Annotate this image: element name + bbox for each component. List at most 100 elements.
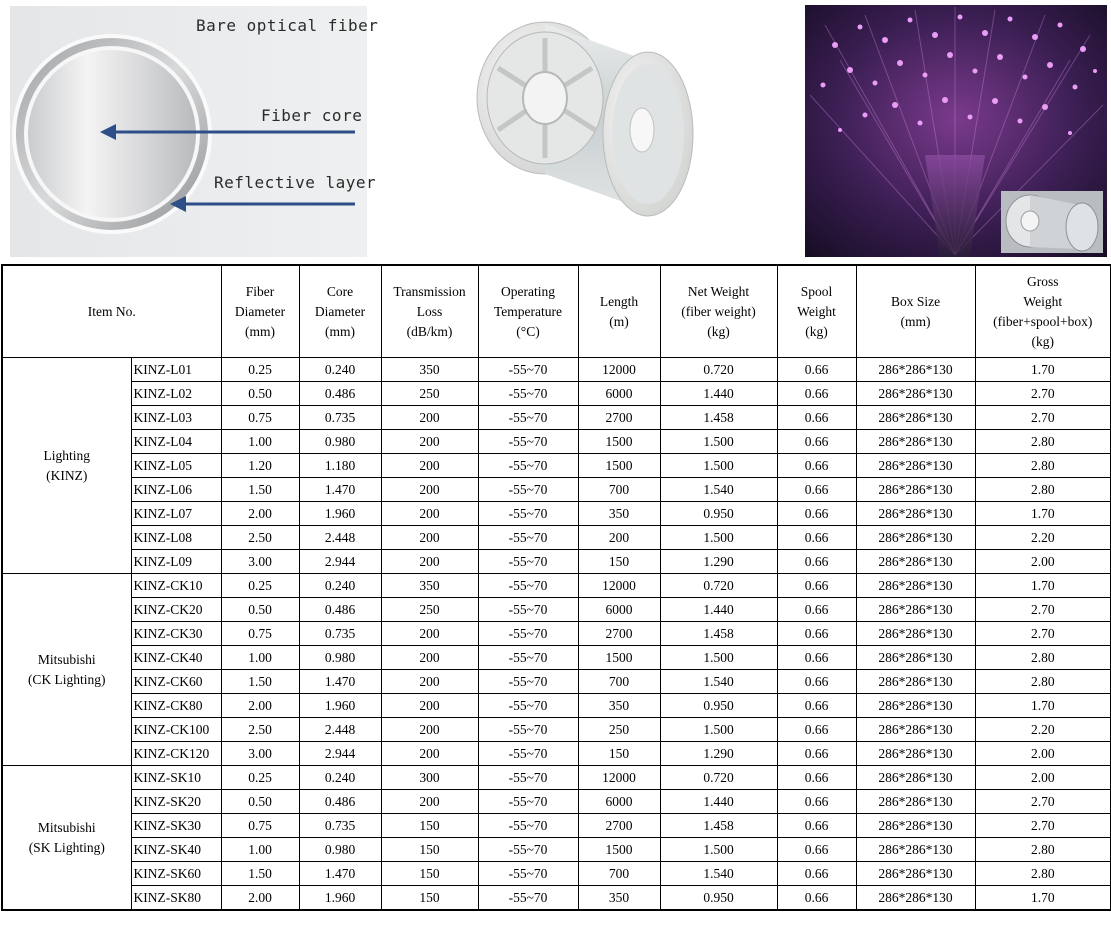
cell-fiber_d: 2.00 (220, 693, 300, 718)
cell-temp: -55~70 (477, 813, 579, 838)
table-row: Mitsubishi (CK Lighting) KINZ-CK10 0.25 0.24… (1, 573, 1111, 766)
cell-core_d: 1.470 (298, 477, 382, 502)
cell-length: 12000 (577, 765, 661, 790)
cell-length: 1500 (577, 429, 661, 454)
bare-fiber-label: Bare optical fiber (196, 16, 379, 35)
group-label-line: Lighting (43, 447, 91, 463)
table-row: Lighting (KINZ) KINZ-L01 0.25 0.240 350 -55~70… (1, 357, 1111, 574)
cell-fiber_d: 1.00 (220, 837, 300, 862)
cell-loss: 200 (380, 621, 479, 646)
header-fiber_d-line: Diameter (234, 303, 286, 319)
cell-spool: 0.66 (776, 453, 857, 478)
cell-length: 150 (577, 741, 661, 766)
cell-gross: 2.70 (974, 381, 1111, 406)
table-row: KINZ-SK60 1.50 1.470 150 -55~70 700 1.540 0.66 2… (2, 861, 1111, 886)
cell-length: 6000 (577, 789, 661, 814)
table-row: KINZ-CK120 3.00 2.944 200 -55~70 150 1.290 0.66… (2, 741, 1111, 766)
cell-spool: 0.66 (776, 501, 857, 526)
header-fiber_d-line: Fiber (245, 283, 275, 299)
cell-loss: 200 (380, 741, 479, 766)
cell-net: 0.720 (659, 573, 778, 598)
table-row: KINZ-CK60 1.50 1.470 200 -55~70 700 1.540 0.66 2… (2, 669, 1111, 694)
header-item-line: Item No. (87, 303, 136, 319)
cell-core_d: 0.486 (298, 597, 382, 622)
cell-net: 1.440 (659, 789, 778, 814)
header-gross-line: Gross (1026, 273, 1059, 289)
cell-item: KINZ-CK30 (130, 621, 222, 646)
header-temp-line: (°C) (516, 323, 540, 339)
cell-core_d: 1.960 (298, 693, 382, 718)
cell-box: 286*286*130 (855, 405, 976, 430)
header-core_d-line: (mm) (325, 323, 355, 339)
header-box: Box Size (mm) (855, 264, 976, 358)
cell-spool: 0.66 (776, 357, 857, 382)
cell-loss: 250 (380, 597, 479, 622)
cell-net: 1.458 (659, 813, 778, 838)
cell-box: 286*286*130 (855, 837, 976, 862)
header-fiber_d: Fiber Diameter (mm) (220, 264, 300, 358)
cell-temp: -55~70 (477, 861, 579, 886)
cell-loss: 150 (380, 885, 479, 911)
cell-box: 286*286*130 (855, 573, 976, 598)
fiber-core-label: Fiber core (261, 106, 363, 125)
cell-gross: 2.70 (974, 597, 1111, 622)
cell-fiber_d: 0.25 (220, 573, 300, 598)
cell-temp: -55~70 (477, 525, 579, 550)
cell-length: 700 (577, 861, 661, 886)
table-row: KINZ-L03 0.75 0.735 200 -55~70 2700 1.458 0.66 2… (2, 405, 1111, 430)
cell-gross: 1.70 (974, 693, 1111, 718)
cell-box: 286*286*130 (855, 885, 976, 911)
cell-temp: -55~70 (477, 765, 579, 790)
cell-item: KINZ-L06 (130, 477, 222, 502)
cell-spool: 0.66 (776, 525, 857, 550)
cell-item: KINZ-L07 (130, 501, 222, 526)
cell-spool: 0.66 (776, 717, 857, 742)
cell-item: KINZ-CK120 (130, 741, 222, 766)
cell-loss: 200 (380, 429, 479, 454)
cell-spool: 0.66 (776, 621, 857, 646)
cell-net: 0.720 (659, 765, 778, 790)
cell-temp: -55~70 (477, 429, 579, 454)
cell-core_d: 1.470 (298, 861, 382, 886)
cell-core_d: 0.240 (298, 357, 382, 382)
cell-box: 286*286*130 (855, 477, 976, 502)
cell-gross: 2.00 (974, 549, 1111, 574)
cell-core_d: 0.980 (298, 429, 382, 454)
cell-loss: 200 (380, 717, 479, 742)
cell-net: 0.950 (659, 885, 778, 911)
cell-length: 200 (577, 525, 661, 550)
cell-core_d: 1.960 (298, 885, 382, 911)
cell-fiber_d: 0.75 (220, 813, 300, 838)
header-net-line: (kg) (707, 323, 730, 339)
cell-length: 6000 (577, 381, 661, 406)
cell-temp: -55~70 (477, 741, 579, 766)
table-row: KINZ-CK40 1.00 0.980 200 -55~70 1500 1.500 0.66… (2, 645, 1111, 670)
cell-temp: -55~70 (477, 381, 579, 406)
table-row: KINZ-L07 2.00 1.960 200 -55~70 350 0.950 0.66 28… (2, 501, 1111, 526)
table-row: KINZ-L04 1.00 0.980 200 -55~70 1500 1.500 0.66 2… (2, 429, 1111, 454)
reflective-layer-label: Reflective layer (214, 173, 377, 192)
cell-item: KINZ-CK10 (130, 573, 222, 598)
cell-fiber_d: 0.75 (220, 405, 300, 430)
cell-temp: -55~70 (477, 597, 579, 622)
header-loss-line: (dB/km) (406, 323, 453, 339)
cell-fiber_d: 1.50 (220, 669, 300, 694)
cell-net: 1.458 (659, 621, 778, 646)
table-row: KINZ-CK20 0.50 0.486 250 -55~70 6000 1.440 0.66… (2, 597, 1111, 622)
cell-core_d: 2.448 (298, 717, 382, 742)
cell-item: KINZ-L09 (130, 549, 222, 574)
cell-core_d: 0.980 (298, 645, 382, 670)
header-item: Item No. (1, 264, 222, 358)
cell-net: 1.540 (659, 669, 778, 694)
cell-item: KINZ-L08 (130, 525, 222, 550)
group-label-line: Mitsubishi (37, 651, 96, 667)
header-box-line: Box Size (890, 293, 941, 309)
cell-gross: 2.00 (974, 741, 1111, 766)
cell-box: 286*286*130 (855, 717, 976, 742)
fiber-optic-light-image (805, 5, 1107, 257)
cell-temp: -55~70 (477, 453, 579, 478)
table-row: KINZ-L02 0.50 0.486 250 -55~70 6000 1.440 0.66 2… (2, 381, 1111, 406)
cell-gross: 2.80 (974, 429, 1111, 454)
cell-gross: 2.70 (974, 405, 1111, 430)
cell-box: 286*286*130 (855, 501, 976, 526)
